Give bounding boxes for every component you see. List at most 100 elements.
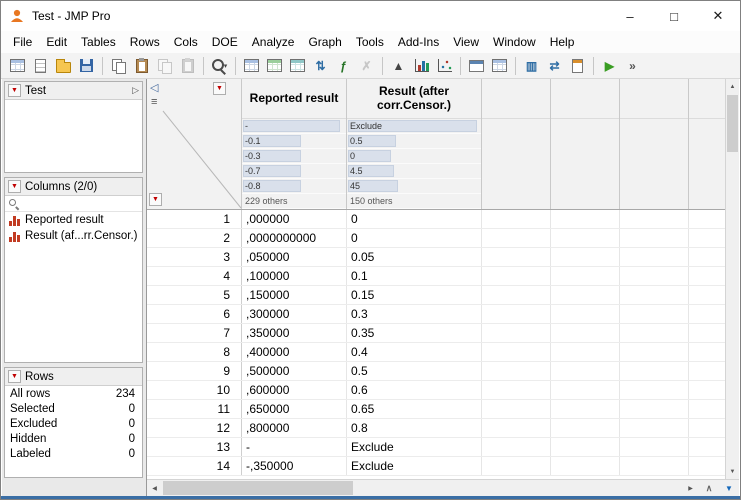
header-preview-row[interactable]: 0.5: [347, 134, 481, 149]
cell-reported-result[interactable]: ,0000000000: [242, 229, 347, 247]
sort-button[interactable]: ⇅: [309, 55, 332, 77]
join-button[interactable]: [286, 55, 309, 77]
cell-result[interactable]: Exclude: [347, 457, 482, 475]
cell-reported-result[interactable]: ,300000: [242, 305, 347, 323]
cell-reported-result[interactable]: ,600000: [242, 381, 347, 399]
menu-item-tools[interactable]: Tools: [349, 33, 391, 51]
cell-result[interactable]: 0: [347, 210, 482, 228]
cell-result[interactable]: 0.5: [347, 362, 482, 380]
graph-builder-button[interactable]: [465, 55, 488, 77]
cell-reported-result[interactable]: ,500000: [242, 362, 347, 380]
minimize-button[interactable]: –: [608, 1, 652, 31]
header-preview-row[interactable]: 4.5: [347, 164, 481, 179]
vertical-scrollbar[interactable]: ▲ ▼: [725, 79, 739, 479]
row-number-cell[interactable]: 8: [147, 343, 242, 361]
header-preview-row[interactable]: -0.3: [242, 149, 346, 164]
row-number-cell[interactable]: 2: [147, 229, 242, 247]
panel-expand-icon[interactable]: ▷: [132, 85, 139, 96]
cell-result[interactable]: Exclude: [347, 438, 482, 456]
header-preview-row[interactable]: 0: [347, 149, 481, 164]
jump-to-top-icon[interactable]: ∧: [699, 480, 719, 497]
zoom-button[interactable]: ▾: [208, 55, 231, 77]
title-bar[interactable]: Test - JMP Pro – □ ✕: [1, 1, 740, 31]
horizontal-scroll-thumb[interactable]: [163, 481, 353, 495]
header-preview-row[interactable]: -0.7: [242, 164, 346, 179]
distribution-button[interactable]: [410, 55, 433, 77]
cell-result[interactable]: 0.8: [347, 419, 482, 437]
row-number-cell[interactable]: 12: [147, 419, 242, 437]
scroll-up-icon[interactable]: ▲: [726, 79, 739, 94]
row-number-cell[interactable]: 6: [147, 305, 242, 323]
cell-result[interactable]: 0.15: [347, 286, 482, 304]
scroll-left-icon[interactable]: ◀: [147, 480, 162, 496]
menu-item-analyze[interactable]: Analyze: [245, 33, 302, 51]
row-number-cell[interactable]: 11: [147, 400, 242, 418]
cell-result[interactable]: 0.35: [347, 324, 482, 342]
menu-item-view[interactable]: View: [446, 33, 486, 51]
rows-menu-red-triangle-icon[interactable]: ▼: [149, 193, 162, 206]
header-preview-row[interactable]: 45: [347, 179, 481, 194]
header-preview-row[interactable]: 229 others: [242, 194, 346, 209]
menu-item-help[interactable]: Help: [543, 33, 582, 51]
row-number-cell[interactable]: 9: [147, 362, 242, 380]
cell-result[interactable]: 0.1: [347, 267, 482, 285]
formula-editor-button[interactable]: ƒ: [332, 55, 355, 77]
menu-item-graph[interactable]: Graph: [301, 33, 348, 51]
menu-item-edit[interactable]: Edit: [39, 33, 74, 51]
tabulate-button[interactable]: [488, 55, 511, 77]
run-script-button[interactable]: ▶: [598, 55, 621, 77]
menu-item-file[interactable]: File: [6, 33, 39, 51]
row-number-cell[interactable]: 1: [147, 210, 242, 228]
cell-reported-result[interactable]: ,650000: [242, 400, 347, 418]
toolbar-options-button[interactable]: »: [621, 55, 644, 77]
cell-result[interactable]: 0.6: [347, 381, 482, 399]
cell-result[interactable]: 0.4: [347, 343, 482, 361]
horizontal-scrollbar[interactable]: ◀ ▶: [147, 479, 698, 496]
columns-menu-red-triangle-icon[interactable]: ▼: [213, 82, 226, 95]
menu-item-doe[interactable]: DOE: [205, 33, 245, 51]
columns-search-row[interactable]: [5, 196, 142, 212]
header-graph-menu-icon[interactable]: ≡: [151, 96, 157, 108]
paste-button[interactable]: [130, 55, 153, 77]
summary-button[interactable]: [240, 55, 263, 77]
row-number-cell[interactable]: 14: [147, 457, 242, 475]
open-button[interactable]: [52, 55, 75, 77]
new-journal-button[interactable]: [29, 55, 52, 77]
cell-reported-result[interactable]: ,050000: [242, 248, 347, 266]
data-filter-button[interactable]: ▥: [520, 55, 543, 77]
menu-item-tables[interactable]: Tables: [74, 33, 123, 51]
cell-result[interactable]: 0: [347, 229, 482, 247]
columns-red-triangle-icon[interactable]: ▼: [8, 180, 21, 193]
row-number-cell[interactable]: 7: [147, 324, 242, 342]
collapse-sidebar-icon[interactable]: ◁: [150, 81, 158, 94]
menu-item-window[interactable]: Window: [486, 33, 543, 51]
cell-result[interactable]: 0.05: [347, 248, 482, 266]
close-button[interactable]: ✕: [696, 1, 740, 31]
row-number-cell[interactable]: 3: [147, 248, 242, 266]
new-data-table-button[interactable]: [6, 55, 29, 77]
row-number-cell[interactable]: 10: [147, 381, 242, 399]
row-number-cell[interactable]: 5: [147, 286, 242, 304]
save-button[interactable]: [75, 55, 98, 77]
journal-button[interactable]: [566, 55, 589, 77]
table-red-triangle-icon[interactable]: ▼: [8, 84, 21, 97]
cell-reported-result[interactable]: ,400000: [242, 343, 347, 361]
header-preview-row[interactable]: -0.8: [242, 179, 346, 194]
maximize-button[interactable]: □: [652, 1, 696, 31]
scroll-right-icon[interactable]: ▶: [683, 480, 698, 496]
menu-item-cols[interactable]: Cols: [167, 33, 205, 51]
row-number-cell[interactable]: 4: [147, 267, 242, 285]
cell-reported-result[interactable]: ,350000: [242, 324, 347, 342]
copy-button[interactable]: [107, 55, 130, 77]
column-list-item[interactable]: Reported result: [5, 212, 142, 228]
table-dropdown-icon[interactable]: ▼: [719, 480, 739, 497]
rows-red-triangle-icon[interactable]: ▼: [8, 370, 21, 383]
cell-reported-result[interactable]: ,100000: [242, 267, 347, 285]
cell-reported-result[interactable]: ,150000: [242, 286, 347, 304]
cell-reported-result[interactable]: ,000000: [242, 210, 347, 228]
column-list-item[interactable]: Result (af...rr.Censor.): [5, 228, 142, 244]
scroll-down-icon[interactable]: ▼: [726, 464, 739, 479]
header-preview-row[interactable]: -0.1: [242, 134, 346, 149]
subset-button[interactable]: [263, 55, 286, 77]
cell-reported-result[interactable]: ,800000: [242, 419, 347, 437]
